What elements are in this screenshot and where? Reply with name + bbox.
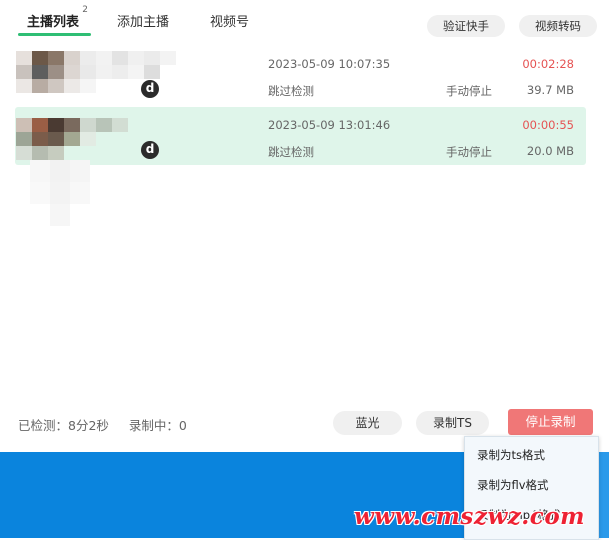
menu-item-record-flv[interactable]: 录制为flv格式 [477,477,549,493]
status-bar: 已检测：8分2秒 录制中：0 [18,415,203,434]
recording-list: d 2023-05-09 10:07:35 跳过检测 手动停止 00:02:28… [15,46,586,168]
tab-bar: 主播列表 2 添加主播 视频号 验证快手 视频转码 [0,0,609,40]
tab-label: 添加主播 [117,15,170,30]
active-tab-indicator [18,33,91,36]
checked-time-status: 已检测：8分2秒 [18,418,109,433]
skip-check-label: 跳过检测 [268,84,314,98]
tab-video-channel[interactable]: 视频号 [210,11,249,30]
record-duration: 00:02:28 [522,57,574,71]
blurred-remnant [30,160,110,226]
douyin-platform-icon: d [141,141,159,159]
video-convert-button[interactable]: 视频转码 [519,15,597,37]
stop-record-button[interactable]: 停止录制 [508,409,593,435]
tab-label: 视频号 [210,15,250,30]
tab-count-badge: 2 [82,5,89,15]
record-file-size: 20.0 MB [526,144,574,158]
recording-row[interactable]: d 2023-05-09 10:07:35 跳过检测 手动停止 00:02:28… [15,46,586,104]
stop-mode-label: 手动停止 [446,145,492,159]
tab-streamer-list[interactable]: 主播列表 2 [27,5,88,30]
record-file-size: 39.7 MB [526,83,574,97]
menu-item-record-ts[interactable]: 录制为ts格式 [477,447,545,463]
record-datetime: 2023-05-09 10:07:35 [268,57,391,71]
tab-label: 主播列表 [27,15,80,30]
douyin-platform-icon: d [141,80,159,98]
tab-add-streamer[interactable]: 添加主播 [117,11,169,30]
record-datetime: 2023-05-09 13:01:46 [268,118,391,132]
record-ts-button[interactable]: 录制TS [416,411,489,435]
recording-row[interactable]: d 2023-05-09 13:01:46 跳过检测 手动停止 00:00:55… [15,107,586,165]
bluray-quality-button[interactable]: 蓝光 [333,411,402,435]
verify-kuaishou-button[interactable]: 验证快手 [427,15,505,37]
stop-mode-label: 手动停止 [446,84,492,98]
site-watermark: www.cmszwz.com [354,503,585,530]
record-duration: 00:00:55 [522,118,574,132]
recording-count-status: 录制中：0 [128,418,187,433]
skip-check-label: 跳过检测 [268,145,314,159]
